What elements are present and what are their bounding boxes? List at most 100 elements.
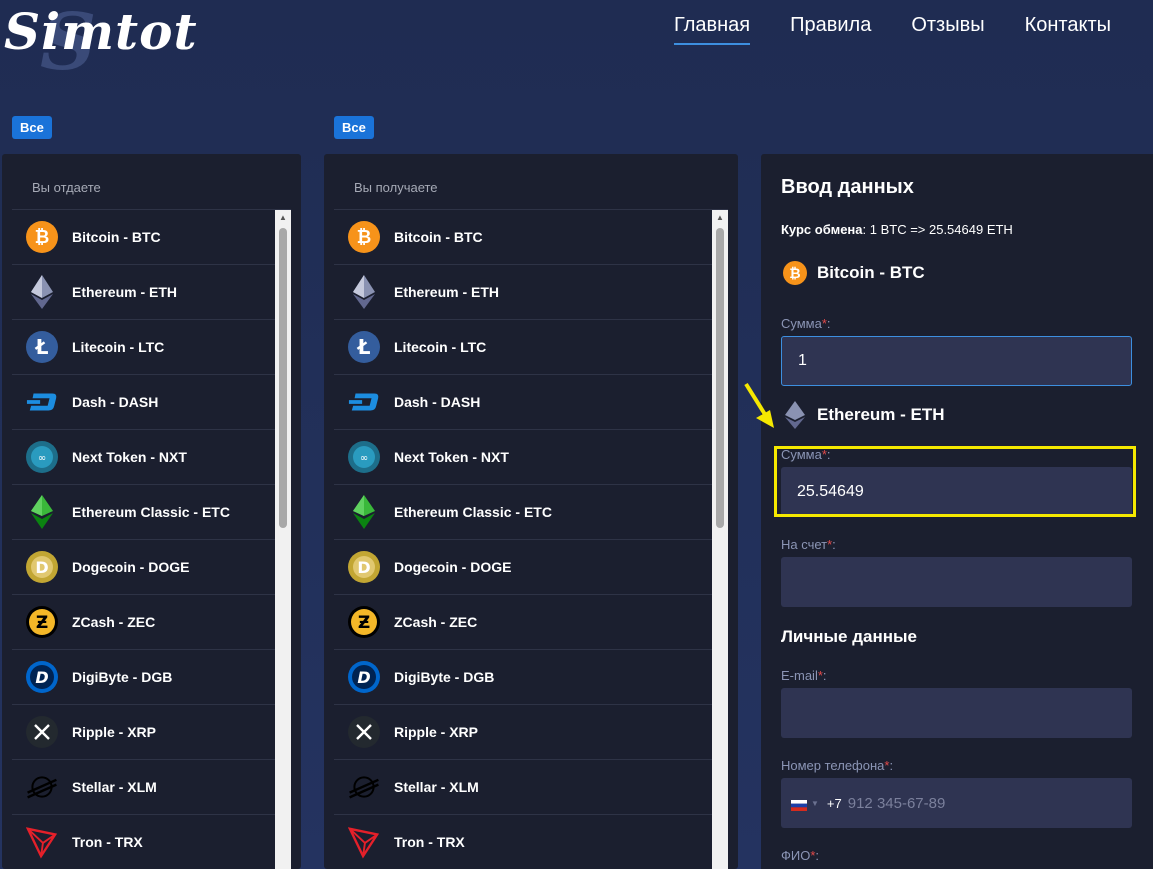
currency-label: Dash - DASH	[72, 394, 159, 410]
currency-label: Ethereum Classic - ETC	[72, 504, 230, 520]
svg-text:∞: ∞	[38, 453, 46, 464]
svg-text:Ƶ: Ƶ	[358, 613, 370, 633]
arrow-annotation-icon	[744, 382, 774, 428]
nxt-icon: ∞	[348, 441, 380, 473]
personal-data-title: Личные данные	[781, 627, 917, 646]
scrollbar[interactable]: ▲	[275, 210, 291, 869]
give-amount-label: Сумма*:	[781, 316, 831, 331]
email-input[interactable]	[781, 688, 1132, 738]
give-currency-list-item[interactable]: Dash - DASH	[12, 375, 275, 430]
get-currency-list-item[interactable]: ∞ Next Token - NXT	[334, 430, 712, 485]
currency-label: Bitcoin - BTC	[72, 229, 161, 245]
ethereum-classic-icon	[348, 495, 380, 529]
highlight-box	[774, 446, 1136, 517]
nav-link-rules[interactable]: Правила	[790, 14, 871, 45]
nav-link-contacts[interactable]: Контакты	[1025, 14, 1111, 45]
ethereum-icon	[348, 275, 380, 309]
nav-link-home[interactable]: Главная	[674, 14, 751, 45]
svg-text:D: D	[35, 668, 48, 687]
litecoin-icon: Ł	[348, 331, 380, 363]
give-currency-list-item[interactable]: Ripple - XRP	[12, 705, 275, 760]
bitcoin-icon: ₿	[348, 221, 380, 253]
give-currency-list: ₿ Bitcoin - BTC Ethereum - ETH Ł Litecoin - …	[12, 209, 291, 869]
get-currency-list-item[interactable]: ₿ Bitcoin - BTC	[334, 210, 712, 265]
currency-label: Dash - DASH	[394, 394, 481, 410]
litecoin-icon: Ł	[26, 331, 58, 363]
account-label: На счет*:	[781, 537, 836, 552]
get-currency-list-item[interactable]: Dash - DASH	[334, 375, 712, 430]
phone-input[interactable]: ▼ +7 912 345-67-89	[781, 778, 1132, 828]
currency-label: Tron - TRX	[72, 834, 143, 850]
phone-label: Номер телефона*:	[781, 758, 894, 773]
get-currency-list-item[interactable]: Ƶ ZCash - ZEC	[334, 595, 712, 650]
get-currency-list-item[interactable]: D Dogecoin - DOGE	[334, 540, 712, 595]
give-currency-list-item[interactable]: Stellar - XLM	[12, 760, 275, 815]
get-currency-list-item[interactable]: Ethereum - ETH	[334, 265, 712, 320]
get-currency-list-item[interactable]: D DigiByte - DGB	[334, 650, 712, 705]
ethereum-icon	[783, 401, 807, 429]
chevron-down-icon[interactable]: ▼	[811, 799, 819, 808]
scrollbar-thumb[interactable]	[716, 228, 724, 528]
logo-text: Simtot	[4, 2, 198, 61]
site-logo[interactable]: S Simtot	[4, 0, 197, 82]
dash-icon	[26, 386, 58, 418]
svg-text:₿: ₿	[35, 227, 50, 248]
get-panel-title: Вы получаете	[354, 180, 438, 195]
phone-code: +7	[826, 795, 842, 811]
scrollbar-thumb[interactable]	[279, 228, 287, 528]
give-currency-list-item[interactable]: ∞ Next Token - NXT	[12, 430, 275, 485]
currency-label: Dogecoin - DOGE	[394, 559, 512, 575]
dogecoin-icon: D	[348, 551, 380, 583]
main-nav: Главная Правила Отзывы Контакты	[674, 14, 1111, 45]
svg-text:Ƶ: Ƶ	[36, 613, 48, 633]
get-currency-list-item[interactable]: Tron - TRX	[334, 815, 712, 869]
currency-label: Stellar - XLM	[72, 779, 157, 795]
give-currency-list-item[interactable]: Tron - TRX	[12, 815, 275, 869]
nav-link-reviews[interactable]: Отзывы	[911, 14, 984, 45]
tron-icon	[26, 826, 58, 859]
give-currency-list-item[interactable]: ₿ Bitcoin - BTC	[12, 210, 275, 265]
svg-text:D: D	[357, 668, 370, 687]
digibyte-icon: D	[348, 661, 380, 693]
bitcoin-icon: ₿	[26, 221, 58, 253]
scroll-up-icon[interactable]: ▲	[275, 210, 291, 224]
give-currency-list-item[interactable]: Ethereum Classic - ETC	[12, 485, 275, 540]
stellar-icon	[26, 771, 58, 803]
svg-text:∞: ∞	[360, 453, 368, 464]
bitcoin-icon: ₿	[783, 260, 807, 286]
give-currency-list-item[interactable]: Ethereum - ETH	[12, 265, 275, 320]
svg-text:Ł: Ł	[357, 335, 371, 359]
give-amount-input[interactable]: 1	[781, 336, 1132, 386]
ripple-icon	[26, 716, 58, 748]
rate-label: Курс обмена	[781, 222, 863, 237]
filter-all-give-button[interactable]: Все	[12, 116, 52, 139]
stellar-icon	[348, 771, 380, 803]
currency-label: DigiByte - DGB	[72, 669, 173, 685]
svg-text:D: D	[357, 558, 370, 577]
svg-text:Ł: Ł	[35, 335, 49, 359]
give-currency-list-item[interactable]: D Dogecoin - DOGE	[12, 540, 275, 595]
dogecoin-icon: D	[26, 551, 58, 583]
russia-flag-icon[interactable]	[791, 798, 807, 811]
give-currency-list-item[interactable]: Ƶ ZCash - ZEC	[12, 595, 275, 650]
filter-all-get-button[interactable]: Все	[334, 116, 374, 139]
currency-label: Litecoin - LTC	[394, 339, 487, 355]
get-currency-list-item[interactable]: Ripple - XRP	[334, 705, 712, 760]
give-currency-list-item[interactable]: Ł Litecoin - LTC	[12, 320, 275, 375]
tron-icon	[348, 826, 380, 859]
get-currency-list-item[interactable]: Ł Litecoin - LTC	[334, 320, 712, 375]
phone-placeholder: 912 345-67-89	[847, 794, 946, 812]
scrollbar[interactable]: ▲	[712, 210, 728, 869]
get-currency-list-item[interactable]: Ethereum Classic - ETC	[334, 485, 712, 540]
nxt-icon: ∞	[26, 441, 58, 473]
svg-text:₿: ₿	[357, 227, 372, 248]
currency-label: Tron - TRX	[394, 834, 465, 850]
get-currency-panel: Вы получаете ₿ Bitcoin - BTC Ethereum - ET…	[324, 154, 738, 869]
give-panel-title: Вы отдаете	[32, 180, 101, 195]
currency-label: Bitcoin - BTC	[394, 229, 483, 245]
give-currency-list-item[interactable]: D DigiByte - DGB	[12, 650, 275, 705]
account-input[interactable]	[781, 557, 1132, 607]
scroll-up-icon[interactable]: ▲	[712, 210, 728, 224]
fio-label: ФИО*:	[781, 848, 820, 863]
get-currency-list-item[interactable]: Stellar - XLM	[334, 760, 712, 815]
